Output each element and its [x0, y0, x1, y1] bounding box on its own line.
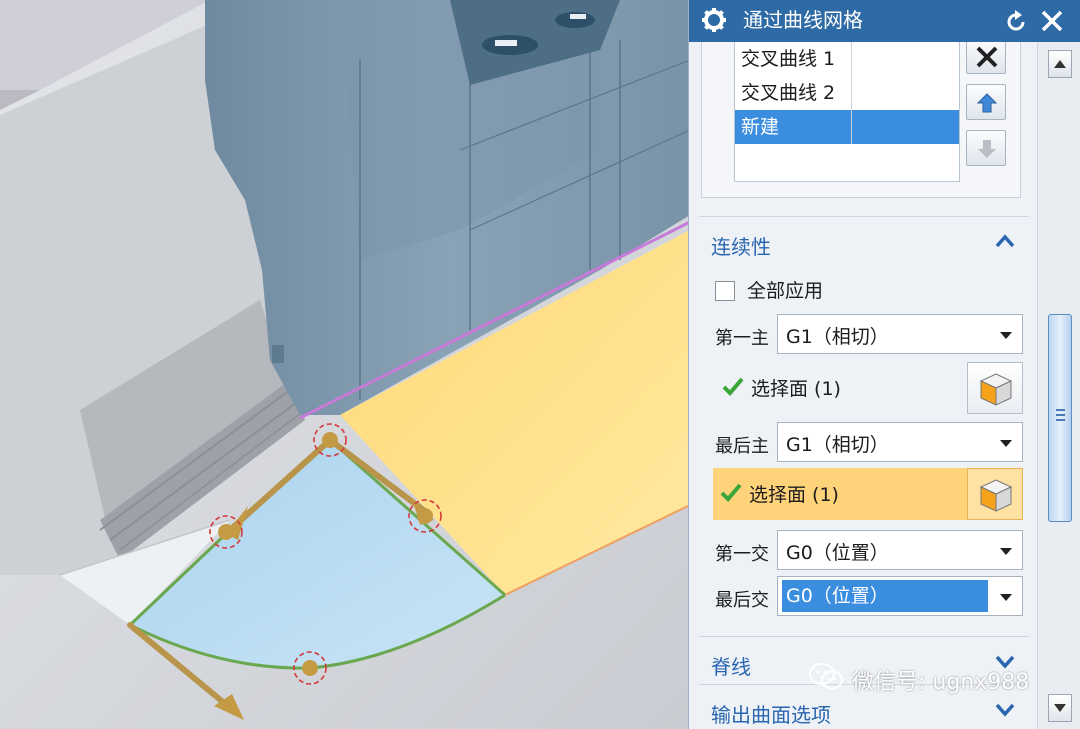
select-face-label: 选择面 (1) — [749, 484, 839, 506]
column-separator — [851, 42, 852, 76]
delete-x-icon — [976, 46, 998, 68]
scroll-up-arrow-icon — [1054, 60, 1066, 68]
scroll-thumb[interactable] — [1048, 314, 1072, 522]
remove-curve-button[interactable] — [966, 42, 1006, 74]
gear-icon[interactable] — [701, 7, 727, 33]
chevron-up-icon[interactable] — [995, 233, 1015, 249]
list-item-new[interactable]: 新建 — [735, 110, 959, 144]
list-item[interactable]: 交叉曲线 1 — [735, 42, 959, 76]
first-primary-label: 第一主 — [715, 328, 769, 349]
list-item-label: 交叉曲线 2 — [741, 82, 836, 104]
select-face-label: 选择面 (1) — [751, 378, 841, 400]
wechat-icon — [809, 663, 843, 690]
cross-curve-list[interactable]: 交叉曲线 1 交叉曲线 2 新建 — [734, 42, 960, 182]
graphics-viewport[interactable] — [0, 0, 690, 729]
first-primary-select-face-button[interactable] — [967, 362, 1023, 414]
dialog-content: 交叉曲线 1 交叉曲线 2 新建 连续性 全部应用 第一主 G1（相切） 选择面… — [689, 42, 1037, 729]
first-primary-value: G1（相切） — [786, 326, 889, 348]
last-primary-value: G1（相切） — [786, 434, 889, 456]
continuity-section-header[interactable]: 连续性 — [699, 216, 1029, 268]
scroll-down-button[interactable] — [1048, 694, 1072, 722]
first-cross-label: 第一交 — [715, 544, 769, 565]
apply-all-checkbox[interactable] — [715, 281, 735, 301]
list-item[interactable]: 交叉曲线 2 — [735, 76, 959, 110]
checkmark-icon — [722, 377, 744, 396]
last-cross-value: G0（位置） — [782, 580, 988, 612]
face-cube-icon — [979, 373, 1013, 406]
close-icon[interactable] — [1039, 8, 1065, 34]
scroll-grip — [1056, 414, 1065, 416]
list-item-label: 交叉曲线 1 — [741, 48, 836, 70]
cross-curve-group: 交叉曲线 1 交叉曲线 2 新建 — [701, 42, 1021, 198]
scroll-grip — [1056, 419, 1065, 421]
first-primary-continuity-select[interactable]: G1（相切） — [777, 314, 1023, 354]
chevron-down-icon[interactable] — [995, 701, 1015, 717]
watermark-text: 微信号: ugnx988 — [852, 670, 1030, 695]
through-curve-mesh-dialog: 通过曲线网格 交叉曲线 1 交叉曲线 2 新建 连续性 全部应用 第一主 G1（… — [688, 0, 1080, 729]
dropdown-arrow-icon — [1000, 594, 1012, 601]
list-item-label: 新建 — [741, 116, 780, 138]
apply-all-label: 全部应用 — [747, 280, 824, 302]
dialog-title: 通过曲线网格 — [743, 8, 863, 32]
reset-icon[interactable] — [1003, 9, 1029, 35]
column-separator — [851, 110, 852, 144]
continuity-section-label: 连续性 — [711, 235, 771, 259]
model-render[interactable] — [0, 0, 690, 729]
dropdown-arrow-icon — [1000, 440, 1012, 447]
checkmark-icon — [720, 483, 742, 502]
output-options-section-label: 输出曲面选项 — [711, 703, 831, 727]
dialog-scrollbar[interactable] — [1037, 42, 1080, 729]
move-up-button[interactable] — [966, 84, 1006, 120]
last-primary-label: 最后主 — [715, 436, 769, 457]
scroll-down-arrow-icon — [1054, 704, 1066, 712]
face-cube-icon — [979, 479, 1013, 512]
dialog-titlebar[interactable]: 通过曲线网格 — [689, 0, 1080, 42]
dropdown-arrow-icon — [1000, 548, 1012, 555]
last-primary-select-face-row[interactable]: 选择面 (1) — [713, 468, 967, 520]
dropdown-arrow-icon — [1000, 332, 1012, 339]
first-cross-continuity-select[interactable]: G0（位置） — [777, 530, 1023, 570]
first-cross-value: G0（位置） — [786, 542, 889, 564]
last-cross-label: 最后交 — [715, 590, 769, 611]
arrow-down-icon — [978, 140, 996, 158]
spine-section-label: 脊线 — [711, 655, 751, 679]
move-down-button[interactable] — [966, 130, 1006, 166]
column-separator — [851, 76, 852, 110]
arrow-up-icon — [976, 93, 998, 113]
last-cross-continuity-select[interactable]: G0（位置） — [777, 576, 1023, 616]
last-primary-select-face-button[interactable] — [967, 468, 1023, 520]
scroll-up-button[interactable] — [1048, 50, 1072, 78]
last-primary-continuity-select[interactable]: G1（相切） — [777, 422, 1023, 462]
scroll-grip — [1056, 409, 1065, 411]
